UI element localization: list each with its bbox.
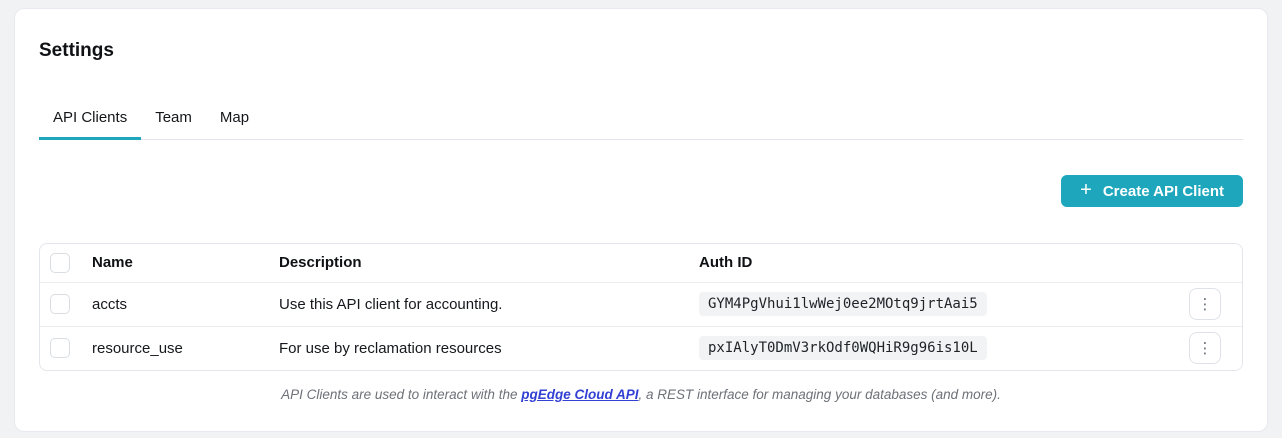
client-name: resource_use [92,325,279,370]
plus-icon: + [1080,179,1092,201]
help-text-before: API Clients are used to interact with th… [281,387,522,402]
table-row: accts Use this API client for accounting… [40,281,1242,326]
column-header-description: Description [279,254,362,272]
help-text-after: , a REST interface for managing your dat… [638,387,1001,402]
pgedge-cloud-api-link[interactable]: pgEdge Cloud API [521,387,638,402]
kebab-icon: ⋮ [1197,294,1213,313]
page-title: Settings [39,40,114,61]
tab-bar: API Clients Team Map [39,101,1243,140]
tab-api-clients[interactable]: API Clients [39,101,142,140]
client-description: Use this API client for accounting. [279,281,699,326]
tab-map[interactable]: Map [206,101,263,140]
kebab-icon: ⋮ [1197,338,1213,357]
toolbar: + Create API Client [39,175,1243,207]
create-api-client-label: Create API Client [1102,182,1224,200]
row-checkbox[interactable] [50,294,70,314]
row-actions-menu-button[interactable]: ⋮ [1189,288,1221,320]
table-row: resource_use For use by reclamation reso… [40,325,1242,370]
column-header-auth-id: Auth ID [699,254,753,272]
column-header-name: Name [92,254,133,272]
api-clients-table: Name Description Auth ID accts Use this … [39,243,1243,371]
row-actions-menu-button[interactable]: ⋮ [1189,332,1221,365]
settings-card: Settings API Clients Team Map + Create A… [14,8,1268,432]
row-checkbox[interactable] [50,338,70,359]
table-header-row: Name Description Auth ID [40,244,1242,282]
tab-team[interactable]: Team [141,101,206,140]
client-name: accts [92,281,279,326]
auth-id-value: GYM4PgVhui1lwWej0ee2MOtq9jrtAai5 [699,292,987,316]
create-api-client-button[interactable]: + Create API Client [1061,175,1243,207]
select-all-checkbox[interactable] [50,252,70,273]
api-clients-help-text: API Clients are used to interact with th… [39,386,1243,404]
client-description: For use by reclamation resources [279,325,699,370]
auth-id-value: pxIAlyT0DmV3rkOdf0WQHiR9g96is10L [699,336,987,361]
